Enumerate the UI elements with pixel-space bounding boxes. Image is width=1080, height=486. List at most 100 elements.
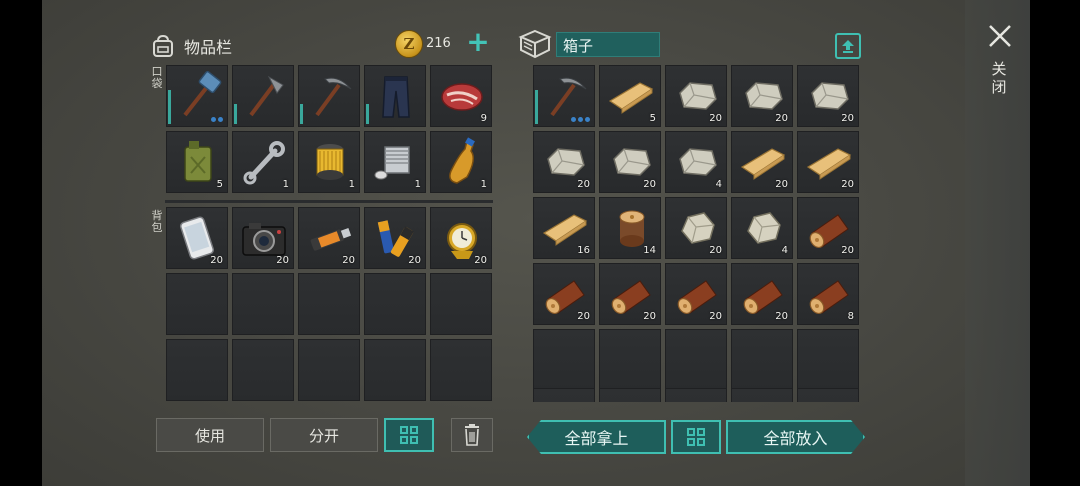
empty-slot[interactable] bbox=[430, 339, 492, 401]
item-slot-sledgehammer[interactable] bbox=[166, 65, 228, 127]
filter-icon bbox=[316, 144, 344, 180]
item-count: 20 bbox=[709, 311, 722, 322]
item-slot-jerrycan[interactable]: 5 bbox=[166, 131, 228, 193]
item-slot[interactable] bbox=[797, 388, 859, 402]
item-slot[interactable] bbox=[731, 388, 793, 402]
item-count: 4 bbox=[781, 245, 788, 256]
grid-icon bbox=[400, 426, 418, 444]
item-slot-stone[interactable]: 20 bbox=[665, 65, 727, 127]
item-count: 20 bbox=[408, 255, 421, 266]
item-slot-log[interactable]: 20 bbox=[731, 263, 793, 325]
item-slot-usb-drive[interactable]: 20 bbox=[298, 207, 360, 269]
log-icon bbox=[809, 280, 849, 315]
add-coins-button[interactable]: + bbox=[466, 28, 490, 56]
empty-slot[interactable] bbox=[364, 273, 426, 335]
backpack-label: 背包 bbox=[151, 209, 163, 234]
item-slot-phone[interactable]: 20 bbox=[166, 207, 228, 269]
item-slot-log[interactable]: 8 bbox=[797, 263, 859, 325]
backpack-icon bbox=[153, 34, 173, 57]
item-slot-log[interactable]: 20 bbox=[797, 197, 859, 259]
coin-icon: Z bbox=[395, 30, 423, 58]
trash-icon bbox=[465, 424, 479, 446]
empty-slot[interactable] bbox=[731, 329, 793, 391]
durability-bar bbox=[535, 90, 538, 124]
item-count: 20 bbox=[276, 255, 289, 266]
close-label[interactable]: 关闭 bbox=[990, 60, 1008, 96]
item-slot-log[interactable]: 20 bbox=[599, 263, 661, 325]
empty-slot[interactable] bbox=[232, 339, 294, 401]
item-count: 20 bbox=[709, 245, 722, 256]
split-button[interactable]: 分开 bbox=[270, 418, 378, 452]
item-count: 1 bbox=[348, 179, 355, 190]
item-slot-pickaxe[interactable] bbox=[533, 65, 595, 127]
pants-icon bbox=[382, 76, 410, 118]
sledgehammer-icon bbox=[183, 71, 222, 117]
rock-icon bbox=[747, 212, 781, 244]
take-all-button[interactable]: 全部拿上 bbox=[527, 420, 666, 454]
use-button[interactable]: 使用 bbox=[156, 418, 264, 452]
item-slot-log[interactable]: 20 bbox=[665, 263, 727, 325]
put-all-button[interactable]: 全部放入 bbox=[726, 420, 865, 454]
item-count: 16 bbox=[577, 245, 590, 256]
item-slot-stone[interactable]: 20 bbox=[731, 65, 793, 127]
item-slot-meat[interactable]: 9 bbox=[430, 65, 492, 127]
item-slot-pickaxe[interactable] bbox=[298, 65, 360, 127]
item-slot-log[interactable]: 20 bbox=[533, 263, 595, 325]
item-count: 20 bbox=[342, 255, 355, 266]
item-count: 1 bbox=[282, 179, 289, 190]
item-slot-stone[interactable]: 4 bbox=[665, 131, 727, 193]
meat-icon bbox=[441, 83, 483, 111]
item-slot-rock[interactable]: 20 bbox=[665, 197, 727, 259]
item-slot-plank[interactable]: 20 bbox=[731, 131, 793, 193]
item-slot-batteries[interactable]: 20 bbox=[364, 207, 426, 269]
item-slot-camera[interactable]: 20 bbox=[232, 207, 294, 269]
item-count: 5 bbox=[216, 179, 223, 190]
item-slot-hatchet[interactable] bbox=[232, 65, 294, 127]
empty-slot[interactable] bbox=[232, 273, 294, 335]
item-slot-rock[interactable]: 4 bbox=[731, 197, 793, 259]
empty-slot[interactable] bbox=[166, 339, 228, 401]
sort-button[interactable] bbox=[835, 33, 861, 59]
item-slot-wrench[interactable]: 1 bbox=[232, 131, 294, 193]
container-name-field[interactable]: 箱子 bbox=[556, 32, 660, 57]
pickaxe-icon bbox=[315, 77, 352, 117]
empty-slot[interactable] bbox=[364, 339, 426, 401]
item-slot-plank[interactable]: 16 bbox=[533, 197, 595, 259]
bottle-icon bbox=[449, 137, 475, 184]
item-slot-filter[interactable]: 1 bbox=[298, 131, 360, 193]
item-slot-log-stump[interactable]: 14 bbox=[599, 197, 661, 259]
durability-bar bbox=[366, 104, 369, 124]
empty-slot[interactable] bbox=[298, 339, 360, 401]
item-slot[interactable] bbox=[665, 388, 727, 402]
screen-edge-right bbox=[1030, 0, 1080, 486]
empty-slot[interactable] bbox=[665, 329, 727, 391]
box-icon bbox=[518, 29, 552, 59]
empty-slot[interactable] bbox=[166, 273, 228, 335]
upgrade-dots bbox=[571, 117, 590, 122]
item-slot[interactable] bbox=[533, 388, 595, 402]
item-count: 8 bbox=[847, 311, 854, 322]
item-slot-plank[interactable]: 20 bbox=[797, 131, 859, 193]
item-slot-bottle[interactable]: 1 bbox=[430, 131, 492, 193]
upload-icon bbox=[842, 40, 854, 53]
empty-slot[interactable] bbox=[430, 273, 492, 335]
close-icon[interactable] bbox=[986, 22, 1014, 50]
item-slot-engine-cylinder[interactable]: 1 bbox=[364, 131, 426, 193]
grid-view-button[interactable] bbox=[384, 418, 434, 452]
trash-button[interactable] bbox=[451, 418, 493, 452]
empty-slot[interactable] bbox=[533, 329, 595, 391]
empty-slot[interactable] bbox=[797, 329, 859, 391]
hatchet-icon bbox=[249, 75, 284, 117]
container-grid-view-button[interactable] bbox=[671, 420, 721, 454]
item-slot-gold-watch[interactable]: 20 bbox=[430, 207, 492, 269]
wrench-icon bbox=[243, 141, 285, 185]
item-slot-stone[interactable]: 20 bbox=[797, 65, 859, 127]
engine-cylinder-icon bbox=[374, 146, 410, 180]
item-slot-pants[interactable] bbox=[364, 65, 426, 127]
item-slot[interactable] bbox=[599, 388, 661, 402]
item-slot-plank[interactable]: 5 bbox=[599, 65, 661, 127]
empty-slot[interactable] bbox=[298, 273, 360, 335]
item-slot-stone[interactable]: 20 bbox=[533, 131, 595, 193]
item-slot-stone[interactable]: 20 bbox=[599, 131, 661, 193]
empty-slot[interactable] bbox=[599, 329, 661, 391]
